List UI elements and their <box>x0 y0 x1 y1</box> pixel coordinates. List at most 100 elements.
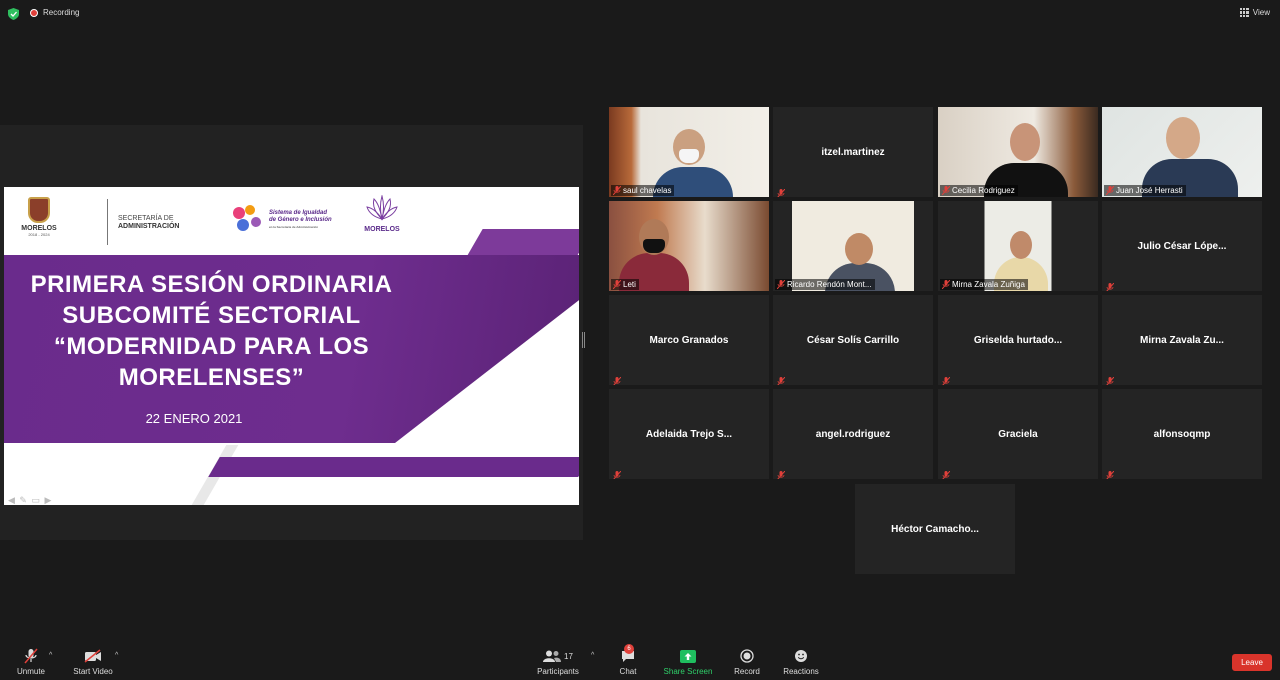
grid-view-icon <box>1239 8 1249 17</box>
face-mask-shape <box>679 149 699 163</box>
participant-video <box>938 107 1098 197</box>
participant-head-shape <box>1010 123 1040 161</box>
split-divider-handle[interactable] <box>582 332 585 348</box>
participant-head-shape <box>1166 117 1200 159</box>
morelos-flower-logo: MORELOS <box>360 194 404 237</box>
video-off-icon <box>68 648 118 664</box>
participants-options-caret-icon[interactable]: ^ <box>591 652 594 659</box>
muted-mic-icon <box>612 185 622 196</box>
share-screen-icon <box>662 648 714 664</box>
share-screen-button[interactable]: Share Screen <box>662 648 714 676</box>
shared-screen: MORELOS 2018 - 2024 SECRETARÍA DE ADMINI… <box>0 125 583 540</box>
sistema-igualdad-logo: Sistema de Igualdad de Género e Inclusió… <box>229 203 332 237</box>
participant-tile[interactable]: itzel.martinez <box>773 107 933 197</box>
slide-title: PRIMERA SESIÓN ORDINARIA SUBCOMITÉ SECTO… <box>30 271 393 391</box>
slide-navigation-icons[interactable]: ◀ ✎ ▭ ▶ <box>8 495 52 505</box>
chat-icon: 6 <box>614 644 642 664</box>
muted-mic-icon <box>941 185 951 196</box>
participant-name: angel.rodriguez <box>815 428 891 440</box>
participants-icon: 17 <box>534 648 582 664</box>
recording-dot-icon <box>30 8 38 17</box>
slide-accent-shape <box>465 229 579 259</box>
participants-count: 17 <box>564 651 573 661</box>
participant-name: Julio César Lópe... <box>1137 240 1227 252</box>
participant-tile[interactable]: Mirna Zavala Zu... <box>1102 295 1262 385</box>
morelos-logo: MORELOS 2018 - 2024 <box>18 197 60 237</box>
participant-tile[interactable]: Juan José Herrasti <box>1102 107 1262 197</box>
flower-icon <box>366 194 398 221</box>
participant-name: Graciela <box>998 428 1038 440</box>
muted-mic-icon <box>613 467 622 479</box>
participant-name: Adelaida Trejo S... <box>645 428 733 440</box>
start-video-button[interactable]: Start Video <box>68 648 118 676</box>
participant-tile[interactable]: Leti <box>609 201 769 291</box>
participant-tile[interactable]: Ricardo Rendón Mont... <box>773 201 933 291</box>
security-shield-icon[interactable] <box>8 8 19 20</box>
leave-button[interactable]: Leave <box>1232 654 1272 671</box>
muted-mic-icon <box>1106 373 1115 385</box>
audio-options-caret-icon[interactable]: ^ <box>49 652 52 659</box>
muted-mic-icon <box>942 373 951 385</box>
participant-head-shape <box>845 233 873 265</box>
participant-name-label: saul chavelas <box>611 185 675 196</box>
participant-name-label: Ricardo Rendón Mont... <box>775 279 875 290</box>
participant-tile[interactable]: alfonsoqmp <box>1102 389 1262 479</box>
participant-name: Héctor Camacho... <box>891 523 979 535</box>
muted-mic-icon <box>12 648 50 664</box>
muted-mic-icon <box>777 373 786 385</box>
participant-name-label: Mirna Zavala Zuñiga <box>940 279 1028 290</box>
participant-tile[interactable]: Griselda hurtado... <box>938 295 1098 385</box>
participant-tile[interactable]: Cecilia Rodriguez <box>938 107 1098 197</box>
participant-name: Mirna Zavala Zu... <box>1140 334 1224 346</box>
muted-mic-icon <box>612 279 622 290</box>
face-mask-shape <box>643 239 665 253</box>
view-label: View <box>1252 8 1270 17</box>
participant-name-label: Leti <box>611 279 639 290</box>
participant-tile[interactable]: César Solís Carrillo <box>773 295 933 385</box>
participant-tile[interactable]: Graciela <box>938 389 1098 479</box>
participant-tile[interactable]: saul chavelas <box>609 107 769 197</box>
participant-video <box>938 201 1098 291</box>
secretaria-logo: SECRETARÍA DE ADMINISTRACIÓN <box>118 215 180 230</box>
participant-name: alfonsoqmp <box>1153 428 1211 440</box>
chat-button[interactable]: 6 Chat <box>614 644 642 676</box>
record-button[interactable]: Record <box>731 648 763 676</box>
participant-tile[interactable]: Julio César Lópe... <box>1102 201 1262 291</box>
unmute-button[interactable]: Unmute <box>12 648 50 676</box>
recording-label: Recording <box>43 8 80 17</box>
chat-badge: 6 <box>624 644 634 654</box>
morelos-crest-icon <box>28 197 50 223</box>
logo-divider <box>107 199 108 245</box>
participant-name: itzel.martinez <box>821 146 885 158</box>
participant-tile[interactable]: Marco Granados <box>609 295 769 385</box>
participant-tile[interactable]: angel.rodriguez <box>773 389 933 479</box>
participant-video <box>609 201 769 291</box>
participant-tile[interactable]: Mirna Zavala Zuñiga <box>938 201 1098 291</box>
top-bar: Recording View <box>0 0 1280 28</box>
muted-mic-icon <box>776 279 786 290</box>
participant-tile[interactable]: Adelaida Trejo S... <box>609 389 769 479</box>
presentation-slide: MORELOS 2018 - 2024 SECRETARÍA DE ADMINI… <box>4 187 579 505</box>
participant-video <box>609 107 769 197</box>
record-icon <box>731 648 763 664</box>
muted-mic-icon <box>777 467 786 479</box>
participant-name: Marco Granados <box>649 334 729 346</box>
muted-mic-icon <box>1105 185 1115 196</box>
slide-stripe <box>208 457 579 477</box>
muted-mic-icon <box>613 373 622 385</box>
meeting-toolbar: Unmute ^ Start Video ^ 17 Participants ^… <box>0 642 1280 680</box>
video-options-caret-icon[interactable]: ^ <box>115 652 118 659</box>
reactions-button[interactable]: Reactions <box>781 648 821 676</box>
participant-name: César Solís Carrillo <box>806 334 900 346</box>
participants-button[interactable]: 17 Participants <box>534 648 582 676</box>
participant-tile[interactable]: Héctor Camacho... <box>855 484 1015 574</box>
inclusion-figures-icon <box>229 203 265 237</box>
recording-indicator[interactable]: Recording <box>30 8 79 17</box>
participant-head-shape <box>1010 231 1032 259</box>
participant-video <box>773 201 933 291</box>
view-button[interactable]: View <box>1239 8 1270 17</box>
muted-mic-icon <box>1106 467 1115 479</box>
slide-date: 22 ENERO 2021 <box>145 411 243 426</box>
muted-mic-icon <box>941 279 951 290</box>
participant-video <box>1102 107 1262 197</box>
